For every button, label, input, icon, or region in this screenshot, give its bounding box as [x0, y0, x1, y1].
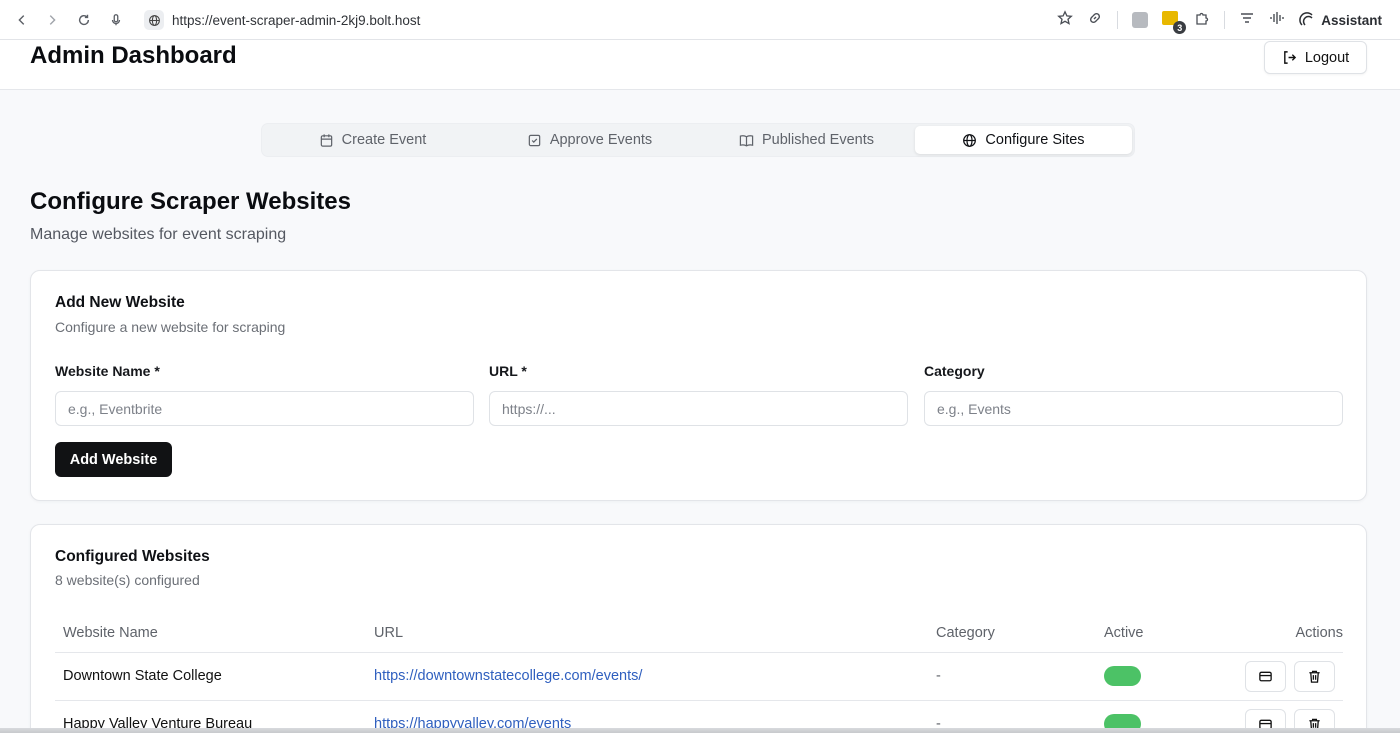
book-open-icon — [739, 134, 754, 147]
microphone-icon[interactable] — [106, 10, 126, 30]
tab-configure-sites[interactable]: Configure Sites — [915, 126, 1132, 154]
browser-toolbar: https://event-scraper-admin-2kj9.bolt.ho… — [0, 0, 1400, 40]
page-title: Admin Dashboard — [30, 42, 237, 69]
bookmark-star-icon[interactable] — [1057, 9, 1074, 31]
url-label: URL * — [489, 363, 527, 379]
card-title: Add New Website — [55, 294, 185, 311]
tab-label: Configure Sites — [985, 132, 1085, 148]
calendar-icon — [320, 133, 332, 147]
configured-websites-card: Configured Websites 8 website(s) configu… — [30, 524, 1367, 733]
column-header-actions: Actions — [1295, 625, 1343, 641]
tab-approve-events[interactable]: Approve Events — [481, 126, 698, 154]
check-square-icon — [528, 134, 541, 146]
extension-icon[interactable] — [1132, 12, 1149, 28]
puzzle-icon[interactable] — [1194, 10, 1210, 31]
forward-icon[interactable] — [42, 10, 62, 30]
section-title: Configure Scraper Websites — [30, 188, 351, 215]
card-title: Configured Websites — [55, 548, 210, 565]
card-subtitle: 8 website(s) configured — [55, 572, 200, 588]
column-header-url: URL — [374, 625, 404, 641]
extension-badge-count: 3 — [1173, 21, 1187, 34]
websites-table: Website Name URL Category Active Actions… — [55, 617, 1343, 733]
logout-icon — [1283, 51, 1296, 64]
audio-waveform-icon[interactable] — [1269, 10, 1285, 31]
category-label: Category — [924, 363, 985, 379]
delete-button[interactable] — [1294, 661, 1335, 692]
tab-published-events[interactable]: Published Events — [698, 126, 915, 154]
assistant-label: Assistant — [1321, 12, 1382, 28]
section-subtitle: Manage websites for event scraping — [30, 226, 287, 243]
edit-button[interactable] — [1245, 661, 1286, 692]
column-header-active: Active — [1104, 625, 1144, 641]
assistant-button[interactable]: Assistant — [1299, 12, 1382, 28]
link-icon[interactable] — [1087, 10, 1103, 31]
extension-badge-icon[interactable]: 3 — [1162, 11, 1187, 34]
website-category: - — [936, 668, 941, 684]
logout-label: Logout — [1304, 49, 1350, 66]
add-website-button[interactable]: Add Website — [55, 442, 172, 477]
card-subtitle: Configure a new website for scraping — [55, 319, 286, 335]
globe-icon — [963, 133, 977, 147]
tab-label: Published Events — [761, 132, 875, 148]
website-name: Downtown State College — [63, 668, 222, 684]
website-url-link[interactable]: https://downtownstatecollege.com/events/ — [374, 668, 642, 684]
tab-create-event[interactable]: Create Event — [264, 126, 481, 154]
website-name-label: Website Name * — [55, 363, 160, 379]
url-input[interactable] — [489, 391, 908, 426]
column-header-name: Website Name — [63, 625, 158, 641]
website-name-input[interactable] — [55, 391, 474, 426]
card-icon — [1259, 671, 1272, 682]
table-row: Downtown State College https://downtowns… — [55, 653, 1343, 701]
app-header: Admin Dashboard Logout — [0, 40, 1400, 90]
add-website-card: Add New Website Configure a new website … — [30, 270, 1367, 501]
tab-label: Create Event — [341, 132, 427, 148]
column-header-category: Category — [936, 625, 995, 641]
assistant-icon — [1299, 12, 1313, 26]
address-bar[interactable]: https://event-scraper-admin-2kj9.bolt.ho… — [172, 13, 420, 28]
table-header: Website Name URL Category Active Actions — [55, 617, 1343, 653]
logout-button[interactable]: Logout — [1264, 41, 1367, 74]
tab-label: Approve Events — [549, 132, 653, 148]
site-info-icon[interactable] — [144, 10, 164, 30]
tab-bar: Create Event Approve Events Published Ev… — [261, 123, 1135, 157]
trash-icon — [1309, 670, 1320, 683]
window-bottom-edge — [0, 728, 1400, 733]
back-icon[interactable] — [12, 10, 32, 30]
active-toggle[interactable] — [1104, 666, 1141, 686]
reading-list-icon[interactable] — [1239, 10, 1255, 31]
category-input[interactable] — [924, 391, 1343, 426]
toolbar-divider — [1117, 11, 1119, 29]
toolbar-divider — [1224, 11, 1226, 29]
reload-icon[interactable] — [74, 10, 94, 30]
